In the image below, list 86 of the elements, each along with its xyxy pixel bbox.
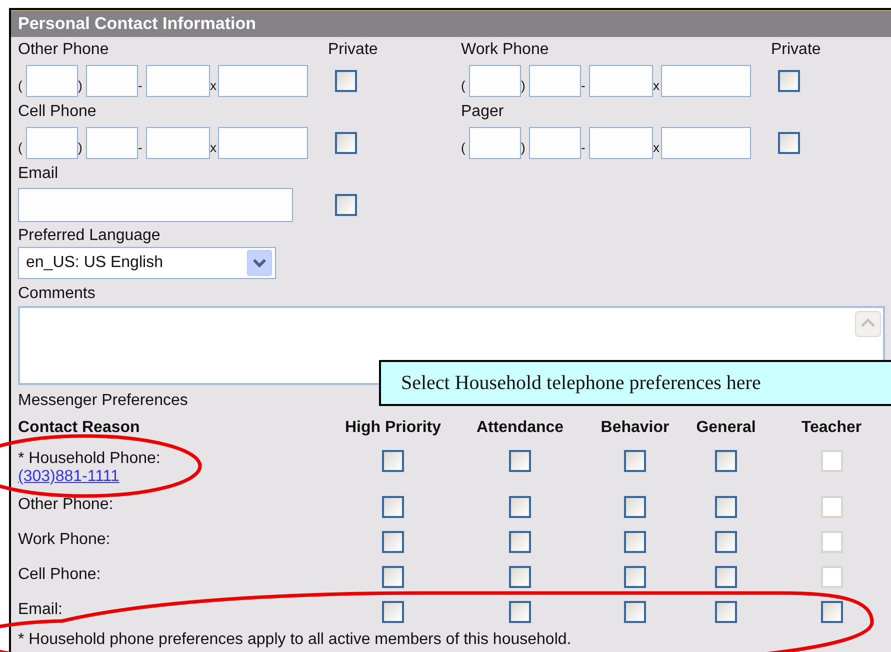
separator: ) — [521, 77, 526, 93]
input-field[interactable] — [26, 126, 78, 158]
checkbox[interactable] — [778, 132, 800, 154]
input-field[interactable] — [469, 126, 521, 158]
column-header: Contact Reason — [18, 418, 141, 438]
field-label: Cell Phone — [18, 102, 98, 121]
input-field[interactable] — [529, 64, 581, 96]
field-label: Pager — [461, 102, 505, 121]
input-field[interactable] — [589, 64, 653, 96]
phone-link[interactable]: (303)881-1111 — [18, 468, 120, 486]
section-header: Personal Contact Information — [11, 10, 891, 37]
field-label: Comments — [18, 284, 96, 303]
chevron-down-icon — [247, 250, 272, 276]
checkbox[interactable] — [624, 531, 646, 553]
separator: ( — [18, 77, 24, 93]
separator: x — [653, 139, 660, 155]
checkbox[interactable] — [382, 601, 404, 623]
field-label: Preferred Language — [18, 226, 162, 245]
separator: x — [210, 77, 218, 93]
checkbox[interactable] — [509, 496, 531, 518]
checkbox[interactable] — [509, 601, 531, 623]
separator: ) — [78, 139, 84, 155]
checkbox[interactable] — [715, 450, 737, 472]
column-label: Private — [771, 40, 822, 59]
language-dropdown[interactable]: en_US: US English — [18, 247, 276, 279]
checkbox[interactable] — [715, 566, 737, 588]
separator: ( — [461, 139, 466, 155]
checkbox[interactable] — [820, 601, 842, 623]
checkbox[interactable] — [382, 496, 404, 518]
field-label: Work Phone — [461, 40, 550, 59]
input-field[interactable] — [86, 126, 138, 158]
checkbox[interactable] — [509, 450, 531, 472]
column-header: Behavior — [600, 418, 670, 438]
input-field[interactable] — [146, 64, 210, 96]
field-label: Email — [18, 164, 60, 183]
checkbox[interactable] — [382, 531, 404, 553]
input-field[interactable] — [146, 126, 210, 158]
checkbox[interactable] — [715, 496, 737, 518]
field-label: Other Phone — [18, 40, 110, 59]
checkbox[interactable] — [778, 70, 800, 92]
checkbox[interactable] — [382, 566, 404, 588]
separator: - — [581, 77, 586, 93]
separator: x — [210, 139, 218, 155]
separator: ) — [78, 77, 84, 93]
input-field[interactable] — [589, 126, 653, 158]
separator: - — [138, 139, 144, 155]
checkbox[interactable] — [335, 70, 357, 92]
input-field[interactable] — [661, 64, 751, 96]
footnote: * Household phone preferences apply to all active members of this household. — [18, 631, 572, 649]
checkbox[interactable] — [509, 531, 531, 553]
input-field[interactable] — [86, 64, 138, 96]
column-header: Teacher — [800, 418, 863, 438]
column-header: General — [695, 418, 757, 438]
input-field[interactable] — [218, 64, 308, 96]
input-field[interactable] — [18, 188, 293, 222]
row-label: Cell Phone: — [18, 566, 102, 584]
separator: ( — [18, 139, 24, 155]
row-label: Work Phone: — [18, 531, 112, 549]
row-label: * Household Phone: — [18, 450, 162, 468]
separator: ( — [461, 77, 466, 93]
row-label: Other Phone: — [18, 496, 114, 514]
checkbox[interactable] — [715, 601, 737, 623]
checkbox[interactable] — [509, 566, 531, 588]
checkbox[interactable] — [624, 496, 646, 518]
column-header: Attendance — [475, 418, 565, 438]
column-header: High Priority — [344, 418, 442, 438]
checkbox[interactable] — [335, 194, 357, 216]
hint-tooltip: Select Household telephone preferences here — [379, 360, 891, 406]
row-label: Email: — [18, 601, 64, 619]
checkbox[interactable] — [624, 601, 646, 623]
checkbox[interactable] — [335, 132, 357, 154]
checkbox[interactable] — [624, 450, 646, 472]
checkbox[interactable] — [715, 531, 737, 553]
checkbox[interactable] — [382, 450, 404, 472]
input-field[interactable] — [661, 126, 751, 158]
checkbox[interactable] — [624, 566, 646, 588]
separator: - — [138, 77, 144, 93]
separator: ) — [521, 139, 526, 155]
input-field[interactable] — [218, 126, 308, 158]
separator: x — [653, 77, 660, 93]
input-field[interactable] — [26, 64, 78, 96]
column-label: Private — [328, 40, 379, 59]
input-field[interactable] — [529, 126, 581, 158]
input-field[interactable] — [469, 64, 521, 96]
section-label: Messenger Preferences — [18, 391, 188, 410]
separator: - — [581, 139, 586, 155]
